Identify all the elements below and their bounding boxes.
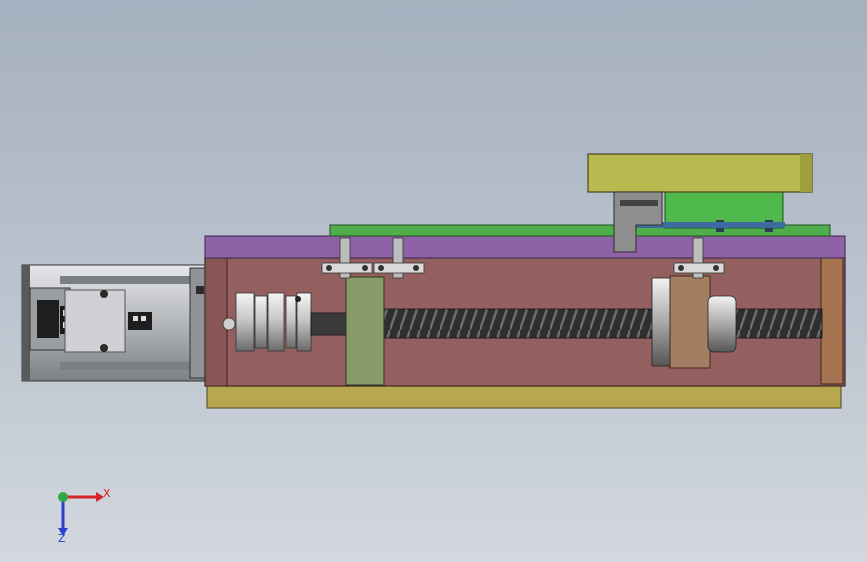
motor-end-cap (22, 265, 30, 381)
carriage-table (587, 153, 813, 193)
nut-block (669, 275, 711, 369)
motor-mounting-flange (189, 267, 207, 379)
motor-bolt (100, 290, 108, 298)
motor-bolt (100, 344, 108, 352)
motor-shaft (310, 312, 352, 336)
nut-collar (707, 295, 737, 353)
bracket-slot (620, 200, 658, 206)
fixed-support-block (345, 276, 385, 386)
x-axis-label: X (103, 487, 111, 500)
motor-fin (60, 362, 190, 370)
servo-motor[interactable] (21, 264, 208, 382)
base-plate (206, 383, 842, 409)
motor-connector-port (37, 300, 59, 338)
linear-module-assembly: X Z (21, 153, 846, 545)
y-axis-origin (58, 492, 68, 502)
flexible-coupling[interactable] (222, 292, 312, 352)
screw-nut-flange (651, 277, 671, 367)
ball-screw (383, 308, 823, 339)
cad-viewport[interactable]: X Z (0, 0, 867, 562)
motor-fin (60, 276, 190, 284)
carriage-table-edge (800, 154, 812, 192)
z-axis-label: Z (58, 532, 66, 545)
encoder-connector (128, 312, 152, 330)
coordinate-triad: X Z (58, 487, 111, 545)
motor-flange-plate (64, 289, 126, 353)
top-cover (204, 235, 846, 259)
bearing-end-plate (820, 257, 844, 385)
